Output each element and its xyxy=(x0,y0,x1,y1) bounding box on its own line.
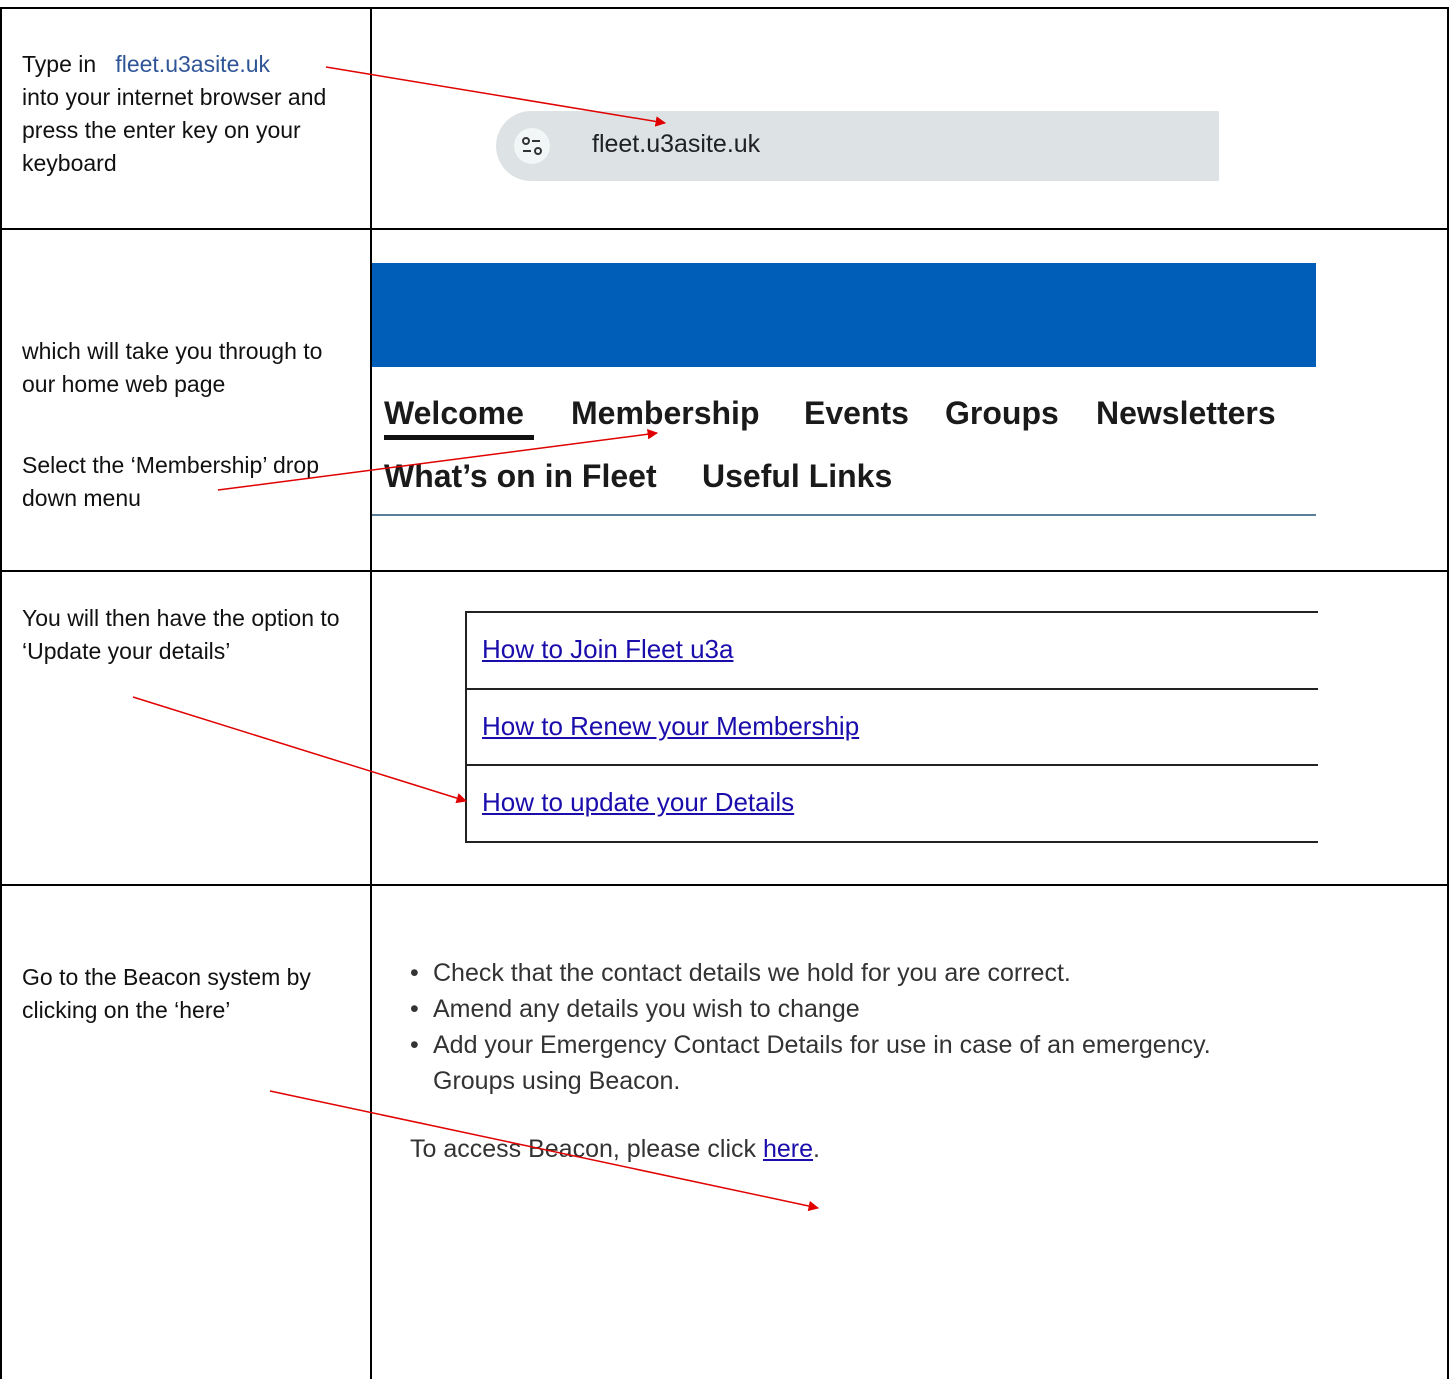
step-2-text: which will take you through to our home … xyxy=(22,338,323,397)
table-border-top xyxy=(0,7,1449,9)
list-item: Check that the contact details we hold f… xyxy=(410,955,1315,991)
dropdown-item: How to Renew your Membership xyxy=(467,688,1318,765)
beacon-here-link[interactable]: here xyxy=(763,1135,813,1163)
beacon-bullet-list: Check that the contact details we hold f… xyxy=(410,955,1315,1063)
step-4-instruction: Go to the Beacon system by clicking on t… xyxy=(22,961,362,1027)
browser-address-bar[interactable]: fleet.u3asite.uk xyxy=(496,111,1219,181)
site-nav-menu: Welcome Membership Events Groups Newslet… xyxy=(372,367,1316,516)
table-column-divider xyxy=(370,7,372,1379)
link-how-to-renew[interactable]: How to Renew your Membership xyxy=(482,711,859,742)
nav-item-membership[interactable]: Membership xyxy=(571,395,759,432)
beacon-page-excerpt: Check that the contact details we hold f… xyxy=(410,955,1315,1164)
list-item: Add your Emergency Contact Details for u… xyxy=(410,1027,1315,1063)
list-item: Amend any details you wish to change xyxy=(410,991,1315,1027)
table-row-divider xyxy=(0,884,1449,886)
access-text: To access Beacon, please click xyxy=(410,1135,757,1163)
nav-item-groups[interactable]: Groups xyxy=(945,395,1059,432)
access-beacon-line: To access Beacon, please click here. xyxy=(410,1135,1315,1164)
step-2-select-instruction: Select the ‘Membership’ drop down menu xyxy=(22,449,362,515)
step-1-instruction: Type in fleet.u3asite.uk into your inter… xyxy=(22,48,362,180)
dropdown-item: How to Join Fleet u3a xyxy=(467,613,1318,688)
step-1-prefix: Type in xyxy=(22,51,97,77)
step-3-instruction: You will then have the option to ‘Update… xyxy=(22,602,362,668)
nav-item-newsletters[interactable]: Newsletters xyxy=(1096,395,1276,432)
step-2-select-text: Select the ‘Membership’ drop down menu xyxy=(22,452,320,511)
membership-dropdown: How to Join Fleet u3a How to Renew your … xyxy=(465,611,1318,843)
link-how-to-update-details[interactable]: How to update your Details xyxy=(482,787,794,818)
table-row-divider xyxy=(0,570,1449,572)
table-border-left xyxy=(0,7,2,1379)
site-header-banner xyxy=(372,263,1316,367)
step-2-instruction: which will take you through to our home … xyxy=(22,335,362,401)
list-item-continuation: Groups using Beacon. xyxy=(433,1067,681,1095)
nav-active-indicator xyxy=(384,435,534,440)
step-1-url: fleet.u3asite.uk xyxy=(115,51,271,77)
link-how-to-join[interactable]: How to Join Fleet u3a xyxy=(482,634,733,665)
address-bar-url[interactable]: fleet.u3asite.uk xyxy=(592,130,760,159)
nav-item-useful-links[interactable]: Useful Links xyxy=(702,458,892,495)
table-row-divider xyxy=(0,228,1449,230)
step-4-text: Go to the Beacon system by clicking on t… xyxy=(22,964,311,1023)
nav-item-welcome[interactable]: Welcome xyxy=(384,395,524,432)
nav-item-whats-on[interactable]: What’s on in Fleet xyxy=(384,458,657,495)
tune-icon[interactable] xyxy=(514,128,550,164)
nav-bottom-rule xyxy=(372,514,1316,516)
table-border-right xyxy=(1447,7,1449,1379)
nav-item-events[interactable]: Events xyxy=(804,395,909,432)
step-3-text: You will then have the option to ‘Update… xyxy=(22,605,340,664)
step-1-rest: into your internet browser and press the… xyxy=(22,84,327,176)
access-end: . xyxy=(813,1135,820,1163)
dropdown-item: How to update your Details xyxy=(467,764,1318,841)
